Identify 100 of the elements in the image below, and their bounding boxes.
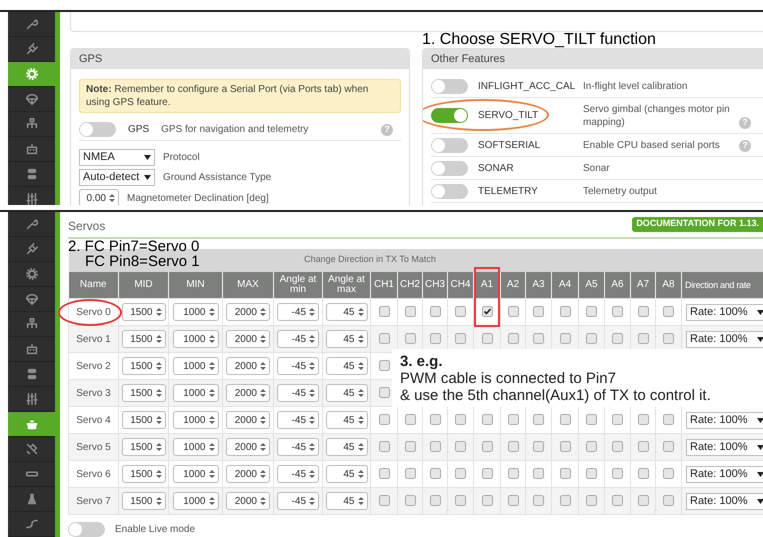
checkbox[interactable]: [560, 414, 570, 426]
checkbox[interactable]: [482, 414, 492, 426]
checkbox[interactable]: [378, 360, 390, 372]
checkbox[interactable]: [482, 441, 492, 452]
checkbox[interactable]: [533, 495, 544, 506]
checkbox[interactable]: [586, 306, 597, 318]
checkbox[interactable]: [560, 441, 570, 452]
checkbox[interactable]: [612, 414, 623, 426]
checkbox[interactable]: [612, 441, 623, 452]
sidebar-tab[interactable]: [8, 62, 55, 87]
number-field[interactable]: 2000: [226, 303, 270, 321]
toggle-switch[interactable]: [431, 108, 468, 123]
checkbox[interactable]: [455, 441, 466, 452]
select-field[interactable]: Rate: 100%: [686, 330, 763, 348]
number-field[interactable]: 45: [326, 357, 368, 375]
checkbox[interactable]: [560, 306, 570, 318]
number-field[interactable]: 0.00: [79, 189, 119, 205]
number-field[interactable]: -45: [277, 330, 319, 348]
checkbox[interactable]: [455, 414, 466, 426]
checkbox[interactable]: [430, 441, 440, 452]
number-field[interactable]: 1000: [172, 384, 218, 402]
toggle-switch[interactable]: [431, 138, 468, 152]
number-field[interactable]: -45: [277, 492, 319, 510]
checkbox[interactable]: [430, 414, 440, 426]
checkbox[interactable]: [638, 306, 648, 318]
checkbox[interactable]: [378, 306, 390, 318]
number-field[interactable]: 1500: [122, 465, 166, 483]
checkbox[interactable]: [508, 441, 518, 452]
number-field[interactable]: 2000: [226, 384, 270, 402]
number-field[interactable]: -45: [277, 303, 319, 321]
number-field[interactable]: 45: [326, 303, 368, 321]
checkbox[interactable]: [612, 468, 623, 480]
number-field[interactable]: 1000: [172, 303, 218, 321]
number-field[interactable]: -45: [277, 438, 319, 456]
checkbox[interactable]: [404, 414, 416, 426]
number-field[interactable]: 2000: [226, 438, 270, 456]
sidebar-tab[interactable]: [8, 412, 55, 437]
number-field[interactable]: 1500: [122, 384, 166, 402]
number-field[interactable]: 45: [326, 384, 368, 402]
number-field[interactable]: 2000: [226, 492, 270, 510]
checkbox[interactable]: [560, 333, 570, 344]
toggle-switch[interactable]: [431, 184, 468, 198]
select-field[interactable]: Rate: 100%: [686, 492, 763, 510]
checkbox[interactable]: [560, 468, 570, 480]
toggle-switch[interactable]: [431, 78, 468, 94]
number-field[interactable]: 1000: [172, 492, 218, 510]
checkbox[interactable]: [508, 333, 518, 344]
number-field[interactable]: 2000: [226, 465, 270, 483]
select-field[interactable]: Rate: 100%: [686, 304, 763, 320]
number-field[interactable]: 1000: [172, 438, 218, 456]
checkbox[interactable]: [430, 306, 440, 318]
checkbox[interactable]: [533, 414, 544, 426]
checkbox[interactable]: [455, 333, 466, 344]
checkbox[interactable]: [663, 468, 674, 480]
checkbox[interactable]: [430, 468, 440, 480]
number-field[interactable]: 1000: [172, 357, 218, 375]
checkbox[interactable]: [638, 333, 648, 344]
checkbox[interactable]: [508, 306, 518, 318]
checkbox[interactable]: [508, 495, 518, 506]
number-field[interactable]: 2000: [226, 330, 270, 348]
checkbox[interactable]: [482, 468, 492, 480]
checkbox[interactable]: [378, 387, 390, 398]
number-field[interactable]: -45: [277, 465, 319, 483]
checkbox[interactable]: [482, 306, 492, 318]
checkbox[interactable]: [455, 468, 466, 480]
checkbox[interactable]: [586, 468, 597, 480]
checkbox[interactable]: [404, 468, 416, 480]
number-field[interactable]: 1500: [122, 492, 166, 510]
checkbox[interactable]: [378, 333, 390, 344]
number-field[interactable]: 1000: [172, 330, 218, 348]
checkbox[interactable]: [378, 441, 390, 452]
number-field[interactable]: 1500: [122, 303, 166, 321]
checkbox[interactable]: [482, 495, 492, 506]
checkbox[interactable]: [612, 495, 623, 506]
number-field[interactable]: 1000: [172, 411, 218, 429]
checkbox[interactable]: [430, 333, 440, 344]
checkbox[interactable]: [638, 468, 648, 480]
number-field[interactable]: 45: [326, 330, 368, 348]
toggle-switch[interactable]: [79, 122, 116, 137]
checkbox[interactable]: [560, 495, 570, 506]
checkbox[interactable]: [482, 333, 492, 344]
checkbox[interactable]: [638, 441, 648, 452]
select-field[interactable]: Rate: 100%: [686, 438, 763, 456]
checkbox[interactable]: [638, 495, 648, 506]
checkbox[interactable]: [533, 306, 544, 318]
number-field[interactable]: 2000: [226, 357, 270, 375]
number-field[interactable]: 45: [326, 492, 368, 510]
checkbox[interactable]: [378, 468, 390, 480]
number-field[interactable]: -45: [277, 384, 319, 402]
number-field[interactable]: 1500: [122, 411, 166, 429]
checkbox[interactable]: [508, 468, 518, 480]
checkbox[interactable]: [404, 333, 416, 344]
number-field[interactable]: 45: [326, 438, 368, 456]
number-field[interactable]: 1500: [122, 438, 166, 456]
number-field[interactable]: 1500: [122, 357, 166, 375]
checkbox[interactable]: [586, 414, 597, 426]
number-field[interactable]: 1000: [172, 465, 218, 483]
checkbox[interactable]: [378, 495, 390, 506]
checkbox[interactable]: [638, 414, 648, 426]
checkbox[interactable]: [612, 306, 623, 318]
